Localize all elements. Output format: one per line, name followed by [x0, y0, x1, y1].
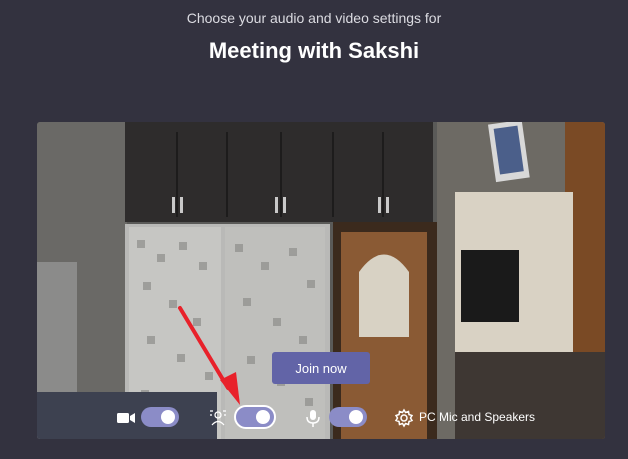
subtitle: Choose your audio and video settings for: [186, 10, 442, 26]
toggle-knob: [349, 410, 363, 424]
background-blur-toggle[interactable]: [234, 405, 276, 429]
video-preview: [37, 122, 605, 439]
device-controls-bar: PC Mic and Speakers: [37, 398, 605, 439]
meeting-title: Meeting with Sakshi: [208, 38, 420, 63]
microphone-icon[interactable]: [303, 408, 323, 428]
camera-icon[interactable]: [116, 408, 136, 428]
toggle-knob: [161, 410, 175, 424]
camera-feed-image: [37, 122, 605, 439]
microphone-toggle[interactable]: [329, 407, 367, 427]
gear-icon[interactable]: [394, 408, 414, 428]
device-settings-label[interactable]: PC Mic and Speakers: [419, 410, 535, 424]
join-now-button[interactable]: Join now: [272, 352, 370, 384]
background-blur-icon[interactable]: [208, 408, 228, 428]
camera-toggle[interactable]: [141, 407, 179, 427]
toggle-knob: [256, 410, 270, 424]
